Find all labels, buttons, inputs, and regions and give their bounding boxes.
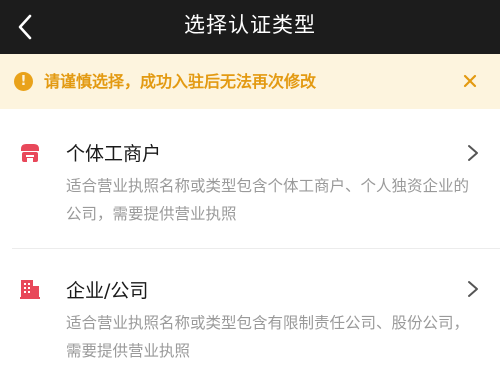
option-individual-business[interactable]: 个体工商户 适合营业执照名称或类型包含个体工商户、个人独资企业的公司，需要提供营… xyxy=(0,109,500,248)
option-company[interactable]: 企业/公司 适合营业执照名称或类型包含有限制责任公司、股份公司，需要提供营业执照 xyxy=(0,249,500,371)
chevron-right-icon xyxy=(468,281,478,297)
navigation-bar: 选择认证类型 xyxy=(0,0,500,54)
close-banner-button[interactable] xyxy=(460,71,480,91)
page-title: 选择认证类型 xyxy=(184,13,316,37)
exclamation-icon: ! xyxy=(14,72,33,91)
close-icon xyxy=(463,74,477,88)
warning-text: 请谨慎选择，成功入驻后无法再次修改 xyxy=(44,72,317,91)
storefront-icon xyxy=(21,144,39,162)
option-title: 个体工商户 xyxy=(66,143,162,165)
warning-banner: ! 请谨慎选择，成功入驻后无法再次修改 xyxy=(0,54,500,109)
option-title: 企业/公司 xyxy=(66,280,149,302)
option-description: 适合营业执照名称或类型包含个体工商户、个人独资企业的公司，需要提供营业执照 xyxy=(66,177,470,223)
building-icon xyxy=(20,280,40,299)
chevron-right-icon xyxy=(468,145,478,161)
option-description: 适合营业执照名称或类型包含有限制责任公司、股份公司，需要提供营业执照 xyxy=(66,314,470,360)
